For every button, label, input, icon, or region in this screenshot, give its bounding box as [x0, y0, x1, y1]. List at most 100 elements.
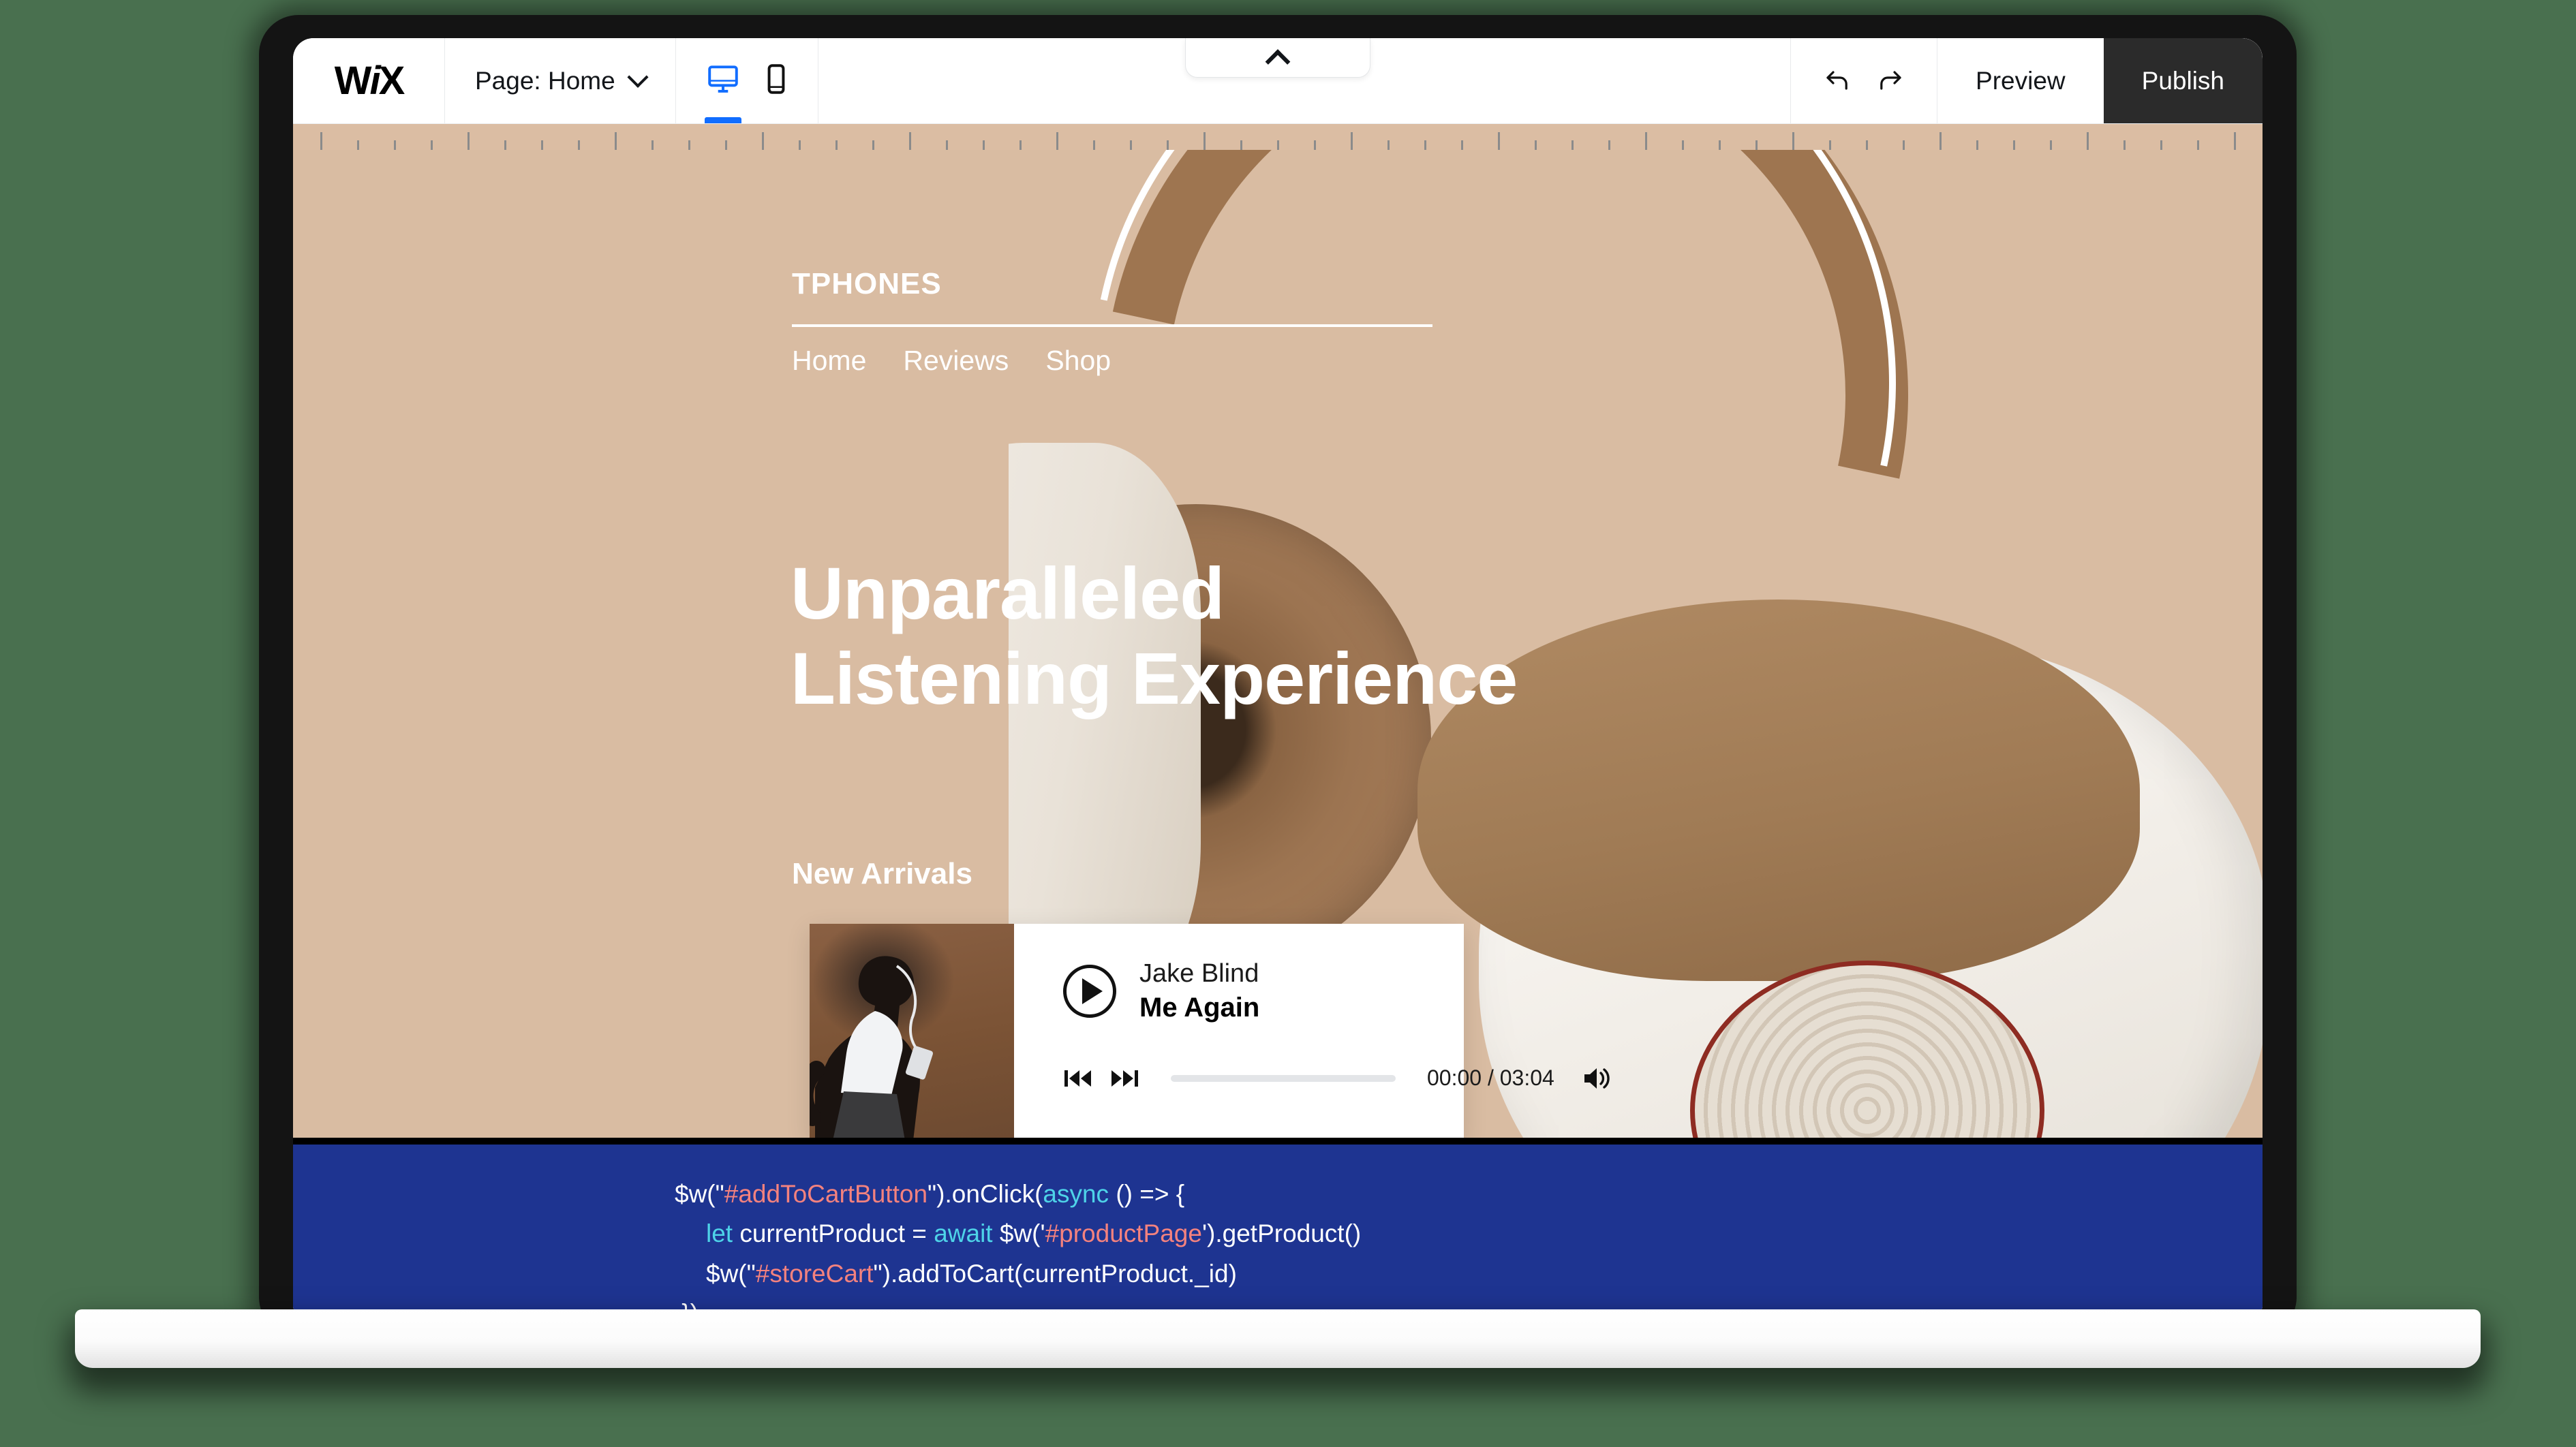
code-plain-token: $w(' [993, 1219, 1045, 1247]
ruler-tick [725, 140, 727, 150]
ruler-tick [394, 140, 396, 150]
ruler-tick [1608, 140, 1610, 150]
ruler-tick [615, 132, 617, 150]
ruler-tick [799, 140, 801, 150]
chevron-down-icon [627, 66, 648, 87]
redo-arrow-icon[interactable] [1874, 63, 1907, 99]
ruler-tick [320, 132, 322, 150]
code-keyword-token: let [706, 1219, 733, 1247]
ruler-tick [541, 140, 543, 150]
ruler-tick [2050, 140, 2052, 150]
nav-link-home[interactable]: Home [792, 345, 866, 377]
ruler-tick [1167, 140, 1169, 150]
player-artwork-image [810, 924, 1014, 1138]
collapsed-panel-tab[interactable] [1185, 38, 1370, 78]
chevron-up-icon [1266, 49, 1291, 74]
ruler-tick [357, 140, 359, 150]
ruler-tick [1645, 132, 1647, 150]
ruler-tick [1903, 140, 1905, 150]
time-display: 00:00 / 03:04 [1427, 1065, 1554, 1091]
ruler-tick [1019, 140, 1022, 150]
ruler-tick [1424, 140, 1426, 150]
code-plain-token: ").addToCart(currentProduct._id) [874, 1260, 1237, 1288]
ruler-tick [983, 140, 985, 150]
desktop-monitor-icon [706, 62, 740, 99]
ruler-tick [1792, 132, 1794, 150]
ruler-tick [1719, 140, 1721, 150]
ruler-tick [1939, 132, 1942, 150]
ruler-tick [431, 140, 433, 150]
ruler-tick [504, 140, 506, 150]
player-body: Jake Blind Me Again [1014, 924, 1464, 1138]
undo-redo-group [1791, 38, 1937, 123]
code-string-token: #addToCartButton [724, 1180, 927, 1208]
ruler-tick [1314, 140, 1316, 150]
code-string-token: #productPage [1045, 1219, 1202, 1247]
laptop-mockup: WiX Page: Home [259, 15, 2297, 1337]
ruler-tick [688, 140, 690, 150]
ruler-tick [1093, 140, 1095, 150]
publish-button[interactable]: Publish [2104, 38, 2263, 123]
nav-link-shop[interactable]: Shop [1045, 345, 1111, 377]
player-now-playing: Jake Blind Me Again [1063, 959, 1259, 1023]
mobile-phone-icon [759, 62, 793, 99]
volume-speaker-icon[interactable] [1583, 1066, 1613, 1091]
ruler-tick [467, 132, 470, 150]
wix-logo-text: WiX [335, 59, 403, 103]
page-selector-label: Page: Home [475, 67, 615, 95]
code-line: $w("#storeCart").addToCart(currentProduc… [675, 1254, 2263, 1294]
music-player-widget[interactable]: Jake Blind Me Again [810, 924, 1464, 1138]
ruler-tick [2087, 132, 2089, 150]
ruler-tick [872, 140, 874, 150]
page-selector-dropdown[interactable]: Page: Home [445, 38, 675, 123]
ruler-tick [1056, 132, 1058, 150]
ruler-tick [1535, 140, 1537, 150]
ruler-tick [1351, 132, 1353, 150]
code-editor-panel[interactable]: $w("#addToCartButton").onClick(async () … [293, 1138, 2263, 1311]
viewport-mobile-button[interactable] [750, 38, 803, 123]
new-arrivals-label: New Arrivals [792, 857, 972, 891]
progress-bar[interactable] [1171, 1075, 1396, 1082]
ruler-tick [1682, 140, 1684, 150]
preview-button[interactable]: Preview [1937, 38, 2104, 123]
viewport-desktop-button[interactable] [696, 38, 750, 123]
code-line: $w("#addToCartButton").onClick(async () … [675, 1174, 2263, 1214]
track-title: Me Again [1139, 993, 1259, 1023]
player-controls: 00:00 / 03:04 [1063, 1065, 1629, 1091]
track-artist: Jake Blind [1139, 959, 1259, 989]
ruler-tick [1829, 140, 1831, 150]
hero-headline: Unparalleled Listening Experience [791, 550, 1517, 721]
wix-logo[interactable]: WiX [293, 38, 444, 123]
ruler-tick [1571, 140, 1574, 150]
ruler-tick [1277, 140, 1279, 150]
ruler-tick [1498, 132, 1500, 150]
viewport-active-indicator [705, 117, 741, 123]
nav-link-reviews[interactable]: Reviews [903, 345, 1009, 377]
site-header: TPHONES Home Reviews Shop [792, 267, 1432, 377]
canvas-ruler[interactable] [293, 124, 2263, 150]
ruler-tick [835, 140, 838, 150]
code-keyword-token: await [934, 1219, 992, 1247]
undo-arrow-icon[interactable] [1821, 63, 1854, 99]
viewport-toggle-group [676, 38, 818, 123]
code-plain-token: $w(" [675, 1180, 724, 1208]
ruler-tick [946, 140, 948, 150]
ruler-tick [1461, 140, 1463, 150]
ruler-tick [2013, 140, 2015, 150]
laptop-base [75, 1309, 2481, 1368]
ruler-tick [1203, 132, 1206, 150]
hero-section: TPHONES Home Reviews Shop Unparalleled L… [293, 150, 2263, 1138]
code-plain-token: () => { [1109, 1180, 1184, 1208]
ruler-tick [1130, 140, 1132, 150]
code-line: let currentProduct = await $w('#productP… [675, 1214, 2263, 1254]
code-plain-token: currentProduct = [733, 1219, 934, 1247]
play-circle-icon[interactable] [1063, 965, 1116, 1018]
laptop-screen: WiX Page: Home [293, 38, 2263, 1311]
ruler-tick [2234, 132, 2236, 150]
ruler-tick [578, 140, 580, 150]
ruler-tick [2197, 140, 2199, 150]
skip-previous-icon[interactable] [1063, 1067, 1093, 1090]
ruler-tick [1240, 140, 1242, 150]
skip-next-icon[interactable] [1109, 1067, 1139, 1090]
code-plain-token: ").onClick( [927, 1180, 1043, 1208]
